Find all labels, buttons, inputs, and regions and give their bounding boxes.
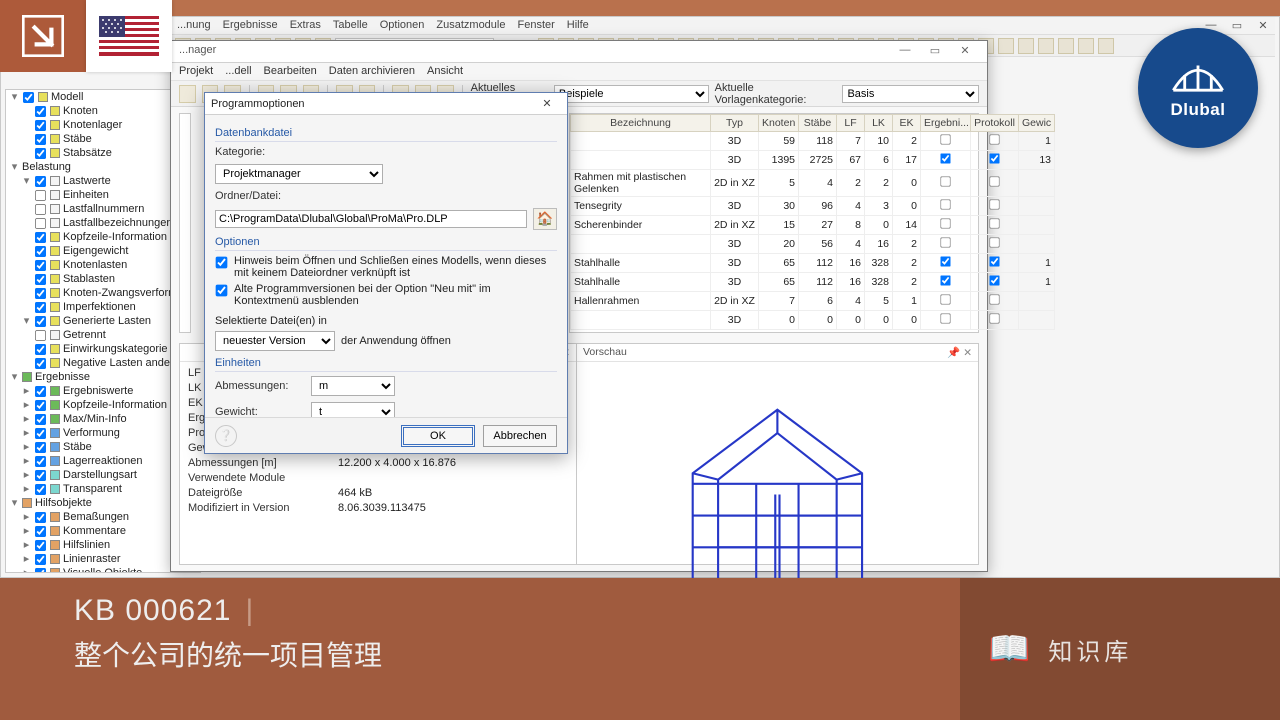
pm-template-label: Aktuelle Vorlagenkategorie: <box>715 82 837 106</box>
caption-title: 整个公司的统一项目管理 <box>74 634 920 674</box>
browse-button[interactable]: 🏠 <box>533 208 557 230</box>
minimize-button[interactable]: — <box>891 44 919 59</box>
flag-us-icon <box>86 0 172 72</box>
pm-project-select[interactable]: Beispiele <box>554 85 709 103</box>
table-row[interactable]: 3D20564162 <box>571 235 1055 254</box>
menu-item[interactable]: Ergebnisse <box>223 19 278 32</box>
path-label: Ordner/Datei: <box>215 190 291 202</box>
book-icon: 📖 <box>988 629 1030 669</box>
pm-titlebar[interactable]: ...nager — ▭ ✕ <box>171 41 987 63</box>
dlubal-logo: Dlubal <box>1138 28 1258 148</box>
table-row[interactable]: Tensegrity3D3096430 <box>571 197 1055 216</box>
menu-item[interactable]: ...dell <box>225 65 251 78</box>
close-button[interactable]: ✕ <box>1251 17 1275 33</box>
category-label: Kategorie: <box>215 146 291 158</box>
toolbar-icon[interactable] <box>1038 38 1054 54</box>
cancel-button[interactable]: Abbrechen <box>483 425 557 447</box>
open-with-select[interactable]: neuester Version <box>215 331 335 351</box>
category-select[interactable]: Projektmanager <box>215 164 383 184</box>
opt2-label: Alte Programmversionen bei der Option "N… <box>234 283 557 307</box>
program-options-dialog: Programmoptionen ✕ Datenbankdatei Katego… <box>204 92 568 454</box>
pm-menubar[interactable]: Projekt ...dell Bearbeiten Daten archivi… <box>171 63 987 81</box>
group-label: Optionen <box>215 236 557 251</box>
maximize-button[interactable]: ▭ <box>921 44 949 59</box>
table-row[interactable]: Hallenrahmen2D in XZ76451 <box>571 292 1055 311</box>
pm-model-table[interactable]: BezeichnungTypKnotenStäbeLFLKEKErgebni..… <box>569 113 979 333</box>
opt2-checkbox[interactable] <box>216 285 228 297</box>
menu-item[interactable]: Projekt <box>179 65 213 78</box>
toolbar-icon[interactable] <box>1078 38 1094 54</box>
help-button[interactable]: ❔ <box>215 425 237 447</box>
table-row[interactable]: Stahlhalle3D651121632821 <box>571 254 1055 273</box>
menu-item[interactable]: Hilfe <box>567 19 589 32</box>
toolbar-icon[interactable] <box>998 38 1014 54</box>
selected-files-label: Selektierte Datei(en) in <box>215 315 557 327</box>
menu-item[interactable]: Optionen <box>380 19 425 32</box>
table-row[interactable]: Rahmen mit plastischen Gelenken2D in XZ5… <box>571 170 1055 197</box>
close-button[interactable]: ✕ <box>533 97 561 110</box>
menu-item[interactable]: Tabelle <box>333 19 368 32</box>
caption-band: KB 000621| 整个公司的统一项目管理 📖 知识库 <box>0 578 1280 720</box>
units-dim-label: Abmessungen: <box>215 380 305 392</box>
pin-icon[interactable]: 📌 ✕ <box>947 346 972 359</box>
toolbar-icon[interactable] <box>179 85 196 103</box>
opt1-checkbox[interactable] <box>216 257 228 269</box>
arrow-icon <box>0 0 86 72</box>
menu-item[interactable]: Daten archivieren <box>329 65 415 78</box>
menu-item[interactable]: ...nung <box>177 19 211 32</box>
group-label: Datenbankdatei <box>215 127 557 142</box>
toolbar-icon[interactable] <box>1018 38 1034 54</box>
table-row[interactable]: 3D00000 <box>571 311 1055 330</box>
menu-item[interactable]: Bearbeiten <box>264 65 317 78</box>
maximize-button[interactable]: ▭ <box>1225 17 1249 33</box>
pm-title-text: ...nager <box>179 44 216 59</box>
opt1-label: Hinweis beim Öffnen und Schließen eines … <box>234 255 557 279</box>
path-input[interactable] <box>215 210 527 228</box>
menu-item[interactable]: Fenster <box>517 19 554 32</box>
close-button[interactable]: ✕ <box>951 44 979 59</box>
table-row[interactable]: Scherenbinder2D in XZ15278014 <box>571 216 1055 235</box>
menu-item[interactable]: Extras <box>290 19 321 32</box>
toolbar-icon[interactable] <box>1098 38 1114 54</box>
pm-project-tree[interactable] <box>179 113 191 333</box>
table-row[interactable]: Stahlhalle3D651121632821 <box>571 273 1055 292</box>
toolbar-icon[interactable] <box>1058 38 1074 54</box>
menu-item[interactable]: Ansicht <box>427 65 463 78</box>
caption-code: KB 000621 <box>74 594 231 628</box>
menubar[interactable]: ...nung Ergebnisse Extras Tabelle Option… <box>171 17 1275 35</box>
pm-preview-panel: Vorschau 📌 ✕ <box>577 343 979 565</box>
units-dim-select[interactable]: m <box>311 376 395 396</box>
brand-name: Dlubal <box>1171 100 1226 120</box>
table-row[interactable]: 3D5911871021 <box>571 132 1055 151</box>
corner-overlay <box>0 0 172 72</box>
sidebar-label: 知识库 <box>1048 632 1132 667</box>
pm-template-select[interactable]: Basis <box>842 85 979 103</box>
menu-item[interactable]: Zusatzmodule <box>436 19 505 32</box>
preview-title: Vorschau <box>583 346 627 359</box>
dlg-title-text: Programmoptionen <box>211 98 305 110</box>
group-label: Einheiten <box>215 357 557 372</box>
open-with-suffix: der Anwendung öffnen <box>341 335 451 347</box>
dlg-titlebar[interactable]: Programmoptionen ✕ <box>205 93 567 115</box>
ok-button[interactable]: OK <box>401 425 475 447</box>
table-row[interactable]: 3D139527256761713 <box>571 151 1055 170</box>
